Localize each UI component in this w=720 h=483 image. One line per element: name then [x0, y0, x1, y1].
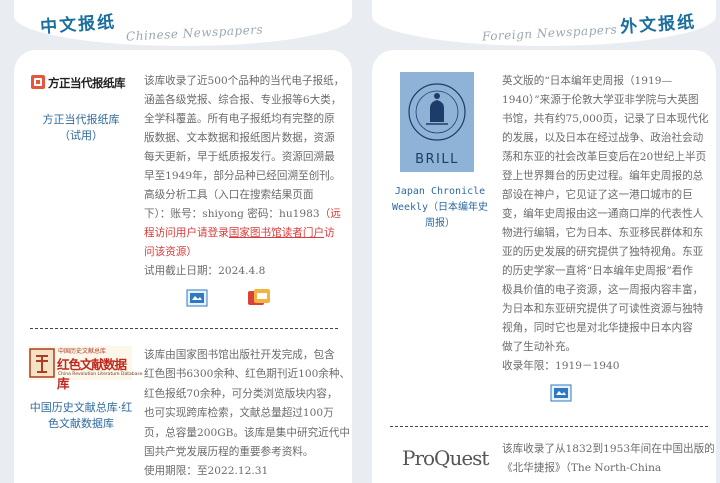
desc-line: 该库收录了近500个品种的当代电子报纸， [144, 75, 345, 87]
analysis-tool-icon[interactable] [246, 287, 272, 309]
founder-logo-text: 方正当代报纸库 [48, 76, 126, 90]
desc-line: 每天更新，早于纸质报发行。资源回溯最 [144, 151, 335, 163]
desc-line: 英文版的“日本编年史周报（1919— [502, 75, 673, 87]
proquest-logo[interactable]: ProQuest [402, 446, 492, 474]
item-name-line: Weekly（日本编年史 [391, 202, 489, 213]
item-name-line: 中国历史文献总库·红 [29, 401, 133, 414]
proquest-logo-text: ProQuest [402, 446, 489, 470]
proquest-description: 该库收录了从1832到1953年间在中国出版的 《北华捷报》（The North… [502, 440, 716, 478]
desc-line: 1940）”来源于伦敦大学亚非学院与大英图 [502, 94, 699, 106]
item-name-line: Japan Chronicle [394, 186, 486, 197]
founder-newspaper-description: 该库收录了近500个品种的当代电子报纸， 涵盖各级党报、综合报、专业报等6大类，… [144, 72, 360, 281]
red-literature-name[interactable]: 中国历史文献总库·红 色文献数据库 [20, 400, 142, 432]
item-name-line: 周报） [425, 218, 455, 229]
desc-line: 也可实现跨库检索，文献总量超过100万 [144, 407, 334, 420]
logo-english-text: China Revolution Literature Database [58, 372, 143, 377]
desc-line: 下）：账号：shiyong 密码：hu1983（远 [144, 205, 360, 224]
desc-line: 该库收录了从1832到1953年间在中国出版的 [502, 443, 715, 455]
red-literature-logo[interactable]: 中国历史文献总库 红色文献数据库 China Revolution Litera… [28, 346, 142, 391]
item-divider [390, 426, 708, 427]
desc-line: 早至1949年，部分品种已经回溯至创刊。 [144, 170, 341, 182]
usage-period: 使用期限：至2022.12.31 [144, 465, 269, 478]
desc-line: 红色图书6300余种、红色期刊近100余种、 [144, 368, 351, 381]
japan-chronicle-description: 英文版的“日本编年史周报（1919— 1940）”来源于伦敦大学亚非学院与大英图… [502, 72, 716, 376]
database-access-icon[interactable] [186, 289, 208, 307]
database-access-icon[interactable] [550, 384, 572, 402]
brill-logo-text: BRILL [415, 152, 459, 167]
desc-line: 亚的历史发展的研究提供了独特视角。东亚 [502, 246, 704, 258]
chinese-newspapers-panel: 中文报纸 Chinese Newspapers 方正当代报纸库 方正当代报纸库 … [0, 0, 360, 483]
desc-line: 部设在神户，它见证了这一港口城市的巨 [502, 189, 693, 201]
desc-line: 做了生动补充。 [502, 341, 577, 353]
desc-line: 变，编年史周报由这一通商口岸的代表性人 [502, 208, 704, 220]
desc-line: 为日本和东亚研究提供了可读性资源与独特 [502, 303, 704, 315]
item-name-line: 方正当代报纸库 [42, 113, 120, 126]
foreign-newspapers-panel: Foreign Newspapers 外文报纸 BRILL Japan Chro… [372, 0, 720, 483]
reader-portal-link[interactable]: 国家图书馆读者门户 [229, 227, 324, 239]
desc-line: 的发展，以及日本在经过战争、政治社会动 [502, 132, 704, 144]
remote-access-note: 访 [324, 227, 335, 239]
item-divider [30, 328, 338, 329]
remote-access-note: 程访问用户请登录 [144, 227, 229, 239]
trial-end-date: 试用截止日期：2024.4.8 [144, 265, 266, 277]
japan-chronicle-name[interactable]: Japan Chronicle Weekly（日本编年史 周报） [390, 184, 490, 232]
desc-line: 的历史学家一直将“日本编年史周报”看作 [502, 265, 693, 277]
desc-line: 视角，同时它也是对北华捷报中日本内容 [502, 322, 693, 334]
brill-logo[interactable]: BRILL [400, 72, 474, 172]
red-literature-emblem-icon [29, 348, 55, 378]
desc-line: 版数据、文本数据和报纸图片数据，资源 [144, 132, 335, 144]
desc-line: 程访问用户请登录国家图书馆读者门户访 [144, 224, 360, 243]
desc-line: 红色报纸70余种，可分类浏览版块内容， [144, 387, 338, 400]
item-name-line: （试用） [59, 129, 103, 142]
account-info: 下）：账号：shiyong 密码：hu1983 [144, 208, 320, 220]
founder-newspaper-logo[interactable]: 方正当代报纸库 [30, 72, 130, 94]
desc-line: 高级分析工具（入口在搜索结果页面 [144, 189, 314, 201]
desc-line: 页，总容量200GB。该库是集中研究近代中 [144, 426, 350, 439]
desc-line: 全学科覆盖。所有电子报纸均有完整的原 [144, 113, 335, 125]
desc-line: 书馆，共有约75,000页，记录了日本现代化 [502, 113, 709, 125]
desc-line: 涵盖各级党报、综合报、专业报等6大类， [144, 94, 342, 106]
collection-years: 收录年限：1919－1940 [502, 360, 620, 372]
red-literature-description: 该库由国家图书馆出版社开发完成，包含 红色图书6300余种、红色期刊近100余种… [144, 346, 360, 482]
desc-line: 国共产党发展历程的重要参考资料。 [144, 446, 314, 459]
desc-line: 登上世界舞台的历史过程。编年史周报的总 [502, 170, 704, 182]
desc-line: 极具价值的电子资源，这一周报内容丰富， [502, 284, 704, 296]
item-name-line: 色文献数据库 [48, 417, 114, 430]
desc-line: 该库由国家图书馆出版社开发完成，包含 [144, 349, 335, 361]
desc-line: 荡和东亚的社会改革巨变后在20世纪上半页 [502, 151, 707, 163]
desc-line: 《北华捷报》（The North-China [502, 462, 662, 474]
remote-access-note: 问该资源） [144, 246, 197, 258]
section-title: 中文报纸 [39, 12, 117, 38]
section-title: 外文报纸 [619, 12, 697, 38]
remote-access-note: （远 [319, 208, 341, 220]
founder-newspaper-name[interactable]: 方正当代报纸库 （试用） [22, 112, 140, 144]
desc-line: 物进行编辑，它为日本、东亚移民群体和东 [502, 227, 704, 239]
